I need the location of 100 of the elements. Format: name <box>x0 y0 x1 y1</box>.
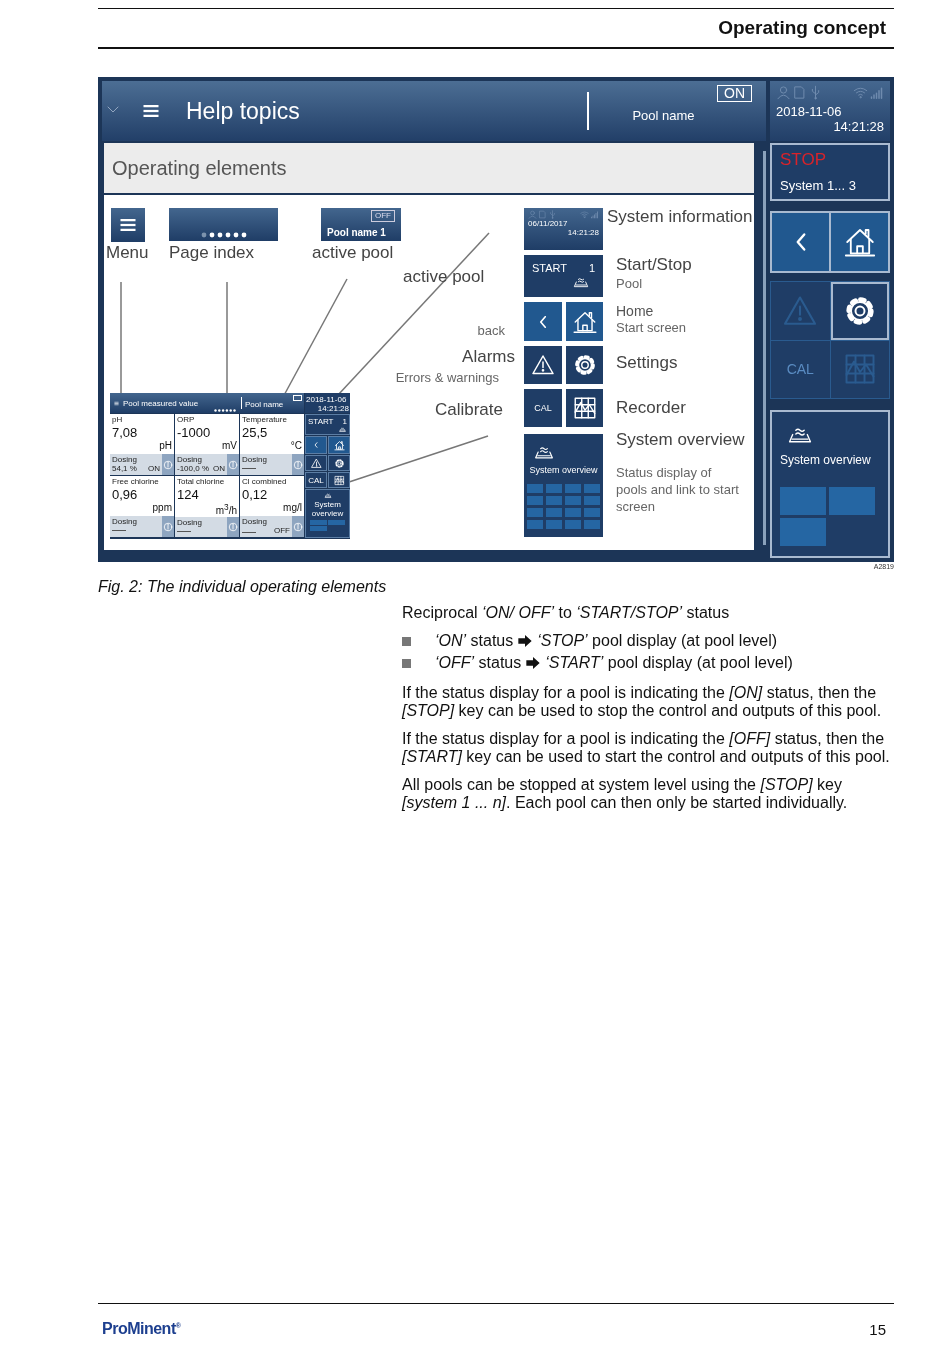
logo: ProMinent$^{®}$ <box>102 1320 181 1338</box>
stop-button[interactable]: STOP System 1... 3 <box>770 143 890 201</box>
page-index-label: Page index <box>169 243 255 263</box>
pool-icon <box>338 425 347 433</box>
pool-tile[interactable] <box>565 508 581 517</box>
callout-label: Alarms <box>462 347 515 367</box>
pool-tile[interactable] <box>546 508 562 517</box>
arrow-icon <box>517 633 534 649</box>
pool-tile[interactable] <box>565 496 581 505</box>
pool-tile[interactable] <box>546 520 562 529</box>
body-text: If the status display for a pool is indicating the [OFF] status, then the [START] key can be used to start the control and outputs of this pool. <box>402 730 891 766</box>
pool-tile[interactable] <box>546 484 562 493</box>
pool-tile[interactable] <box>584 508 600 517</box>
dash-line <box>177 531 191 533</box>
body-text: Reciprocal ‘ON/ OFF’ to ‘START/STOP’ status <box>402 604 731 622</box>
menu-icon <box>119 216 137 234</box>
element-title: Start/Stop <box>616 255 693 275</box>
home-button[interactable] <box>328 436 350 454</box>
measurement-unit: ppm <box>152 502 172 513</box>
date-text: 2018-11-06 <box>776 104 843 119</box>
menu-button[interactable] <box>111 208 145 242</box>
system-overview-button[interactable]: System overview <box>524 434 603 537</box>
calibrate-button[interactable]: CAL <box>305 472 327 488</box>
home-button[interactable] <box>831 213 888 271</box>
arrow-icon <box>525 655 542 671</box>
overview-label: System overview <box>780 453 871 467</box>
scrollbar[interactable] <box>763 151 766 545</box>
measurement-label: Free chlorine <box>112 477 160 486</box>
pool-tile[interactable] <box>310 520 327 525</box>
measurement-unit: pH <box>159 440 172 451</box>
info-button[interactable] <box>227 517 239 537</box>
pool-tile[interactable] <box>527 520 543 529</box>
info-icon <box>228 459 238 470</box>
pool-tile[interactable] <box>565 520 581 529</box>
home-button[interactable] <box>566 302 603 341</box>
pool-icon <box>322 492 333 499</box>
date-text: 2018-11-06 <box>306 395 348 404</box>
info-button[interactable] <box>162 454 174 475</box>
callout-label: Calibrate <box>434 400 503 420</box>
pool-tile[interactable] <box>584 496 600 505</box>
dosing-state: ON <box>213 464 225 473</box>
recorder-button[interactable] <box>566 389 603 427</box>
bullet-icon <box>402 636 411 646</box>
measurement-value: 25,5 <box>242 425 268 440</box>
warning-icon <box>310 457 322 469</box>
pool-tile[interactable] <box>527 484 543 493</box>
alarm-button[interactable] <box>524 346 562 384</box>
info-button[interactable] <box>227 454 239 475</box>
pool-tile[interactable] <box>829 487 875 515</box>
measurement-label: Total chlorine <box>177 477 226 486</box>
pool-name: Pool name <box>245 400 284 409</box>
system-overview-button[interactable]: System overview <box>305 489 350 538</box>
element-title: Home <box>616 303 655 319</box>
element-title: Settings <box>616 353 678 373</box>
pool-tile[interactable] <box>527 508 543 517</box>
calibrate-button[interactable]: CAL <box>524 389 562 427</box>
pool-tile[interactable] <box>565 484 581 493</box>
dash-line <box>112 530 126 531</box>
dash-line <box>242 532 256 533</box>
bullet-text: ‘STOP’ pool display (at pool level) <box>537 632 778 650</box>
dash-line <box>242 468 256 469</box>
pool-tile[interactable] <box>310 526 327 531</box>
start-button[interactable]: START 1 <box>305 414 350 435</box>
callout-label: back <box>477 323 505 338</box>
pool-tile[interactable] <box>527 496 543 505</box>
dosing-label: Dosing <box>112 455 138 464</box>
page-index-bar[interactable] <box>169 208 278 241</box>
section-title: Operating elements <box>112 156 287 180</box>
system-overview-panel[interactable]: System overview <box>770 410 890 558</box>
info-button[interactable] <box>292 516 304 537</box>
menu-icon <box>142 102 160 120</box>
bullet-text: ‘START’ pool display (at pool level) <box>545 654 793 672</box>
page-number: 15 <box>869 1321 886 1338</box>
page-dots-icon <box>200 232 247 238</box>
element-description: Start screen <box>616 319 688 336</box>
pool-tile[interactable] <box>584 520 600 529</box>
dosing-label: Dosing <box>242 455 268 464</box>
page-heading: Operating concept <box>718 17 886 39</box>
info-icon <box>293 521 303 532</box>
pool-button[interactable]: OFF Pool name 1 <box>321 208 401 241</box>
bullet-icon <box>402 658 411 668</box>
pool-tile[interactable] <box>584 484 600 493</box>
body-text: If the status display for a pool is indicating the [ON] status, then the [STOP] key can be used to stop the control and outputs of this pool. <box>402 684 883 720</box>
recorder-button[interactable] <box>328 472 350 488</box>
pool-tile[interactable] <box>546 496 562 505</box>
info-button[interactable] <box>162 516 174 537</box>
gear-icon <box>333 457 345 469</box>
info-icon <box>228 522 238 533</box>
signal-icon <box>590 210 599 219</box>
dosing-state: ON <box>148 464 160 473</box>
settings-button[interactable] <box>830 282 889 340</box>
person-icon <box>776 85 791 100</box>
settings-button[interactable] <box>328 455 350 471</box>
settings-button[interactable] <box>566 346 603 384</box>
start-button[interactable]: START 1 <box>524 255 603 297</box>
measurement-value: 7,08 <box>112 425 138 440</box>
pool-tile[interactable] <box>780 487 826 515</box>
pool-tile[interactable] <box>780 518 826 546</box>
alarm-button[interactable] <box>305 455 327 471</box>
pool-tile[interactable] <box>328 520 345 525</box>
